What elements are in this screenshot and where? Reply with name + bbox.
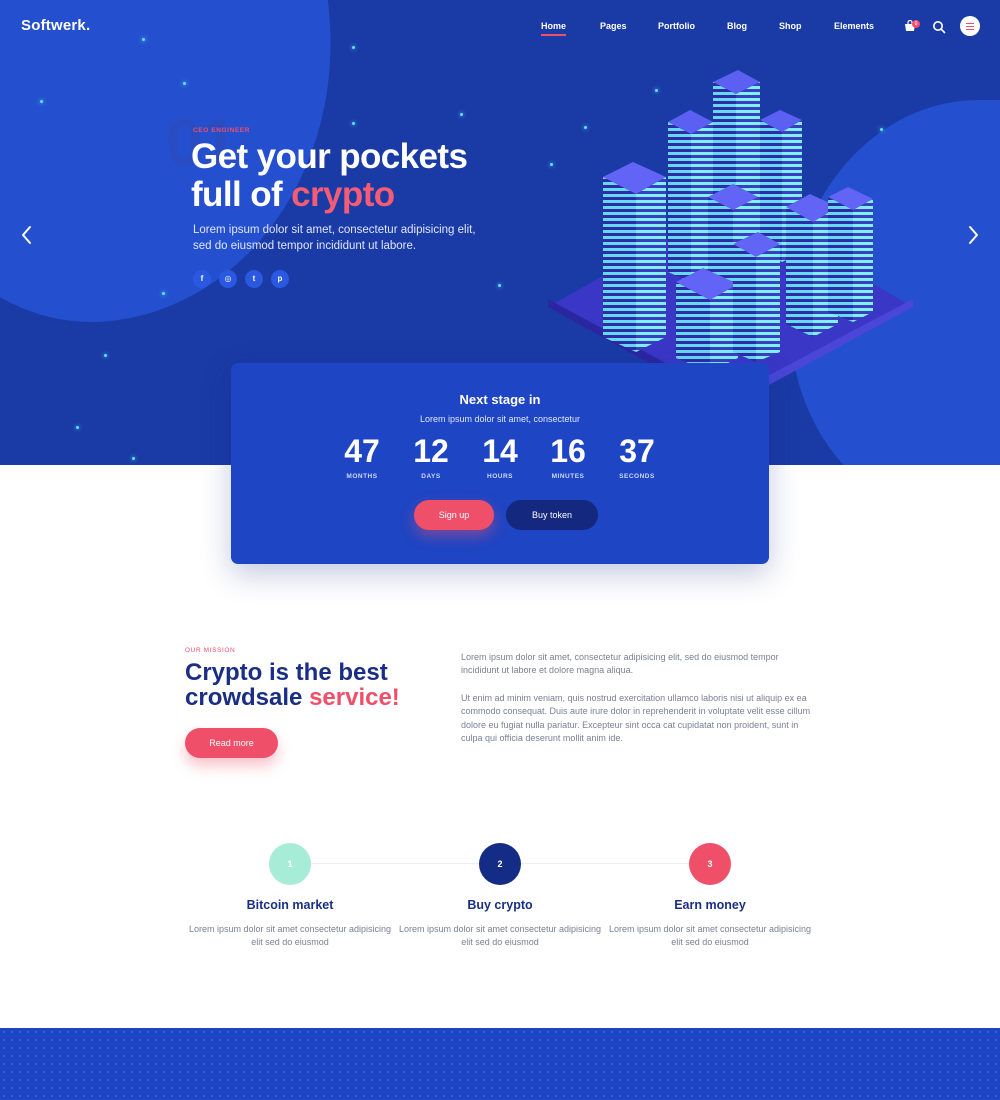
countdown-value: 47	[344, 433, 380, 469]
countdown-months: 47 MONTHS	[332, 431, 392, 480]
countdown-value: 37	[619, 433, 655, 469]
nav-item-portfolio[interactable]: Portfolio	[658, 21, 695, 31]
star-decoration	[132, 457, 135, 460]
mission-paragraph-2: Ut enim ad minim veniam, quis nostrud ex…	[461, 693, 811, 743]
step-2-circle: 2	[479, 843, 521, 885]
pinterest-icon[interactable]: p	[271, 270, 289, 288]
slider-prev-arrow-icon[interactable]	[20, 224, 34, 246]
cart-count-badge: 0	[912, 20, 920, 28]
twitter-icon[interactable]: t	[245, 270, 263, 288]
countdown-value: 12	[413, 433, 449, 469]
step-2-text: Lorem ipsum dolor sit amet consectetur a…	[398, 924, 602, 947]
countdown-minutes: 16 MINUTES	[538, 431, 598, 480]
headline-line-2: full of	[191, 175, 292, 214]
nav-item-pages[interactable]: Pages	[600, 21, 627, 31]
star-decoration	[40, 100, 43, 103]
step-1-circle: 1	[269, 843, 311, 885]
search-icon[interactable]	[932, 20, 946, 34]
hero-description: Lorem ipsum dolor sit amet, consectetur …	[193, 224, 476, 252]
mission-eyebrow: OUR MISSION	[185, 647, 236, 654]
countdown-label: MINUTES	[551, 473, 585, 480]
countdown-label: HOURS	[487, 473, 513, 480]
nav-item-blog[interactable]: Blog	[727, 21, 747, 31]
countdown-value: 14	[482, 433, 518, 469]
step-3-title: Earn money	[674, 898, 746, 912]
step-1-text: Lorem ipsum dolor sit amet consectetur a…	[188, 924, 392, 947]
star-decoration	[460, 113, 463, 116]
step-2-title: Buy crypto	[467, 898, 533, 912]
headline-line-1: Get your pockets	[191, 137, 468, 176]
footer-band	[0, 1028, 1000, 1100]
step-3-text: Lorem ipsum dolor sit amet consectetur a…	[608, 924, 812, 947]
isometric-city-illustration	[548, 70, 913, 407]
sign-up-button[interactable]: Sign up	[414, 500, 494, 530]
read-more-button[interactable]: Read more	[185, 728, 278, 758]
mission-title-line-1: Crypto is the best	[185, 659, 388, 686]
brand-logo[interactable]: Softwerk.	[21, 17, 90, 34]
top-navigation: Softwerk. Home Pages Portfolio Blog Shop…	[0, 0, 1000, 54]
social-links: f ◎ t p	[193, 270, 289, 288]
buy-token-button[interactable]: Buy token	[506, 500, 598, 530]
facebook-icon[interactable]: f	[193, 270, 211, 288]
countdown-card: Next stage in Lorem ipsum dolor sit amet…	[231, 363, 769, 564]
countdown-subtitle: Lorem ipsum dolor sit amet, consectetur	[419, 414, 581, 424]
countdown-title: Next stage in	[459, 392, 541, 407]
star-decoration	[183, 82, 186, 85]
star-decoration	[162, 292, 165, 295]
star-decoration	[104, 354, 107, 357]
countdown-label: DAYS	[421, 473, 441, 480]
headline-highlight: crypto	[291, 175, 395, 214]
step-connector	[521, 863, 689, 864]
step-1-title: Bitcoin market	[246, 898, 334, 912]
mission-paragraph-1: Lorem ipsum dolor sit amet, consectetur …	[461, 652, 779, 676]
countdown-label: MONTHS	[346, 473, 378, 480]
star-decoration	[498, 284, 501, 287]
countdown-value: 16	[550, 433, 586, 469]
step-3-circle: 3	[689, 843, 731, 885]
countdown-label: SECONDS	[619, 473, 655, 480]
countdown-seconds: 37 SECONDS	[607, 431, 667, 480]
slider-next-arrow-icon[interactable]	[966, 224, 980, 246]
nav-item-elements[interactable]: Elements	[834, 21, 874, 31]
instagram-icon[interactable]: ◎	[219, 270, 237, 288]
step-connector	[311, 863, 479, 864]
nav-item-home[interactable]: Home	[541, 21, 567, 36]
star-decoration	[76, 426, 79, 429]
countdown-hours: 14 HOURS	[470, 431, 530, 480]
mission-title-highlight: service!	[309, 684, 400, 711]
mission-title-line-2: crowdsale	[185, 684, 310, 711]
menu-icon[interactable]	[960, 16, 980, 36]
star-decoration	[352, 122, 355, 125]
countdown-days: 12 DAYS	[401, 431, 461, 480]
hero-eyebrow: CEO ENGINEER	[193, 127, 251, 134]
hero-headline: Get your pockets full of crypto	[191, 137, 468, 214]
nav-item-shop[interactable]: Shop	[779, 21, 802, 31]
mission-title: Crypto is the best crowdsale service!	[185, 660, 400, 710]
